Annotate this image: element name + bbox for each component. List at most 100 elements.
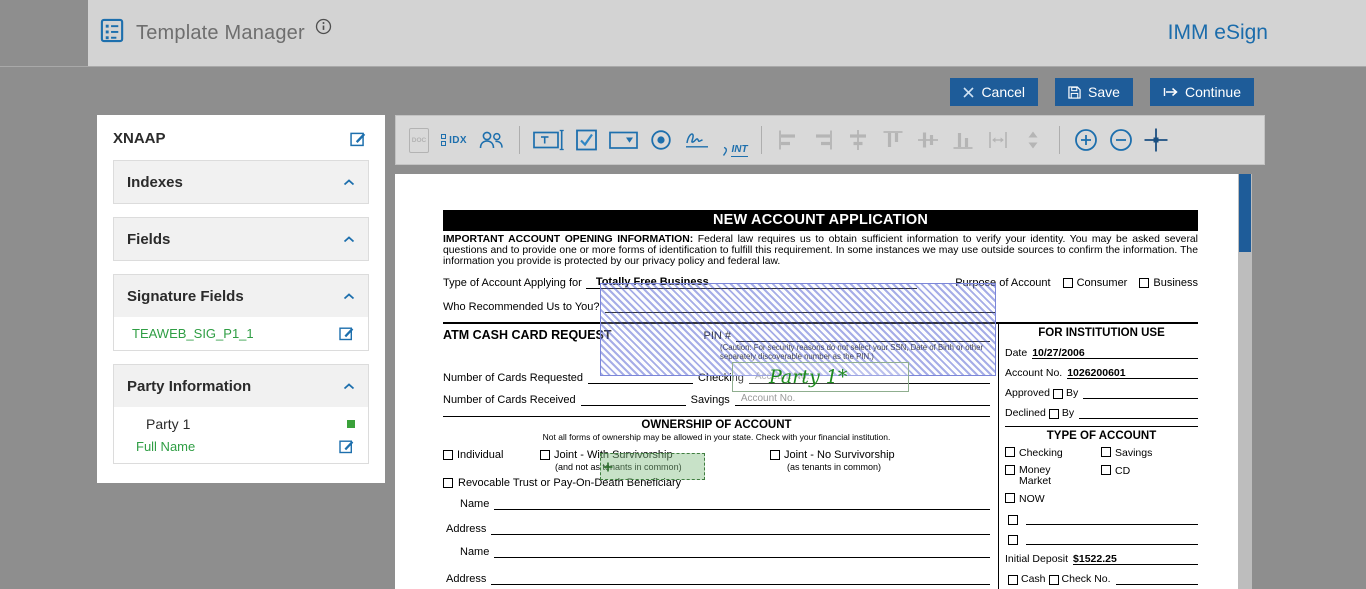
section-header-signature-fields[interactable]: Signature Fields bbox=[114, 275, 368, 317]
save-icon bbox=[1068, 85, 1081, 99]
blank-account-type-row bbox=[1005, 532, 1198, 545]
cancel-button[interactable]: Cancel bbox=[950, 78, 1039, 106]
address-row: Address bbox=[443, 572, 990, 585]
consumer-checkbox: Consumer bbox=[1062, 277, 1127, 289]
address-row: Address bbox=[443, 522, 990, 535]
reorder-icon[interactable] bbox=[1020, 123, 1046, 157]
document-viewer: NEW ACCOUNT APPLICATION IMPORTANT ACCOUN… bbox=[395, 174, 1265, 589]
blank-line bbox=[1079, 407, 1198, 419]
document-icon[interactable]: DOC bbox=[406, 123, 432, 157]
chevron-up-icon bbox=[343, 287, 355, 305]
edit-party-field-button[interactable] bbox=[339, 438, 355, 454]
edit-signature-field-button[interactable] bbox=[339, 325, 355, 341]
form-title: NEW ACCOUNT APPLICATION bbox=[443, 210, 1198, 231]
form-checkbox bbox=[1005, 464, 1015, 475]
cash-check-row: Cash Check No. bbox=[1005, 572, 1198, 585]
form-checkbox bbox=[1139, 277, 1150, 288]
template-manager-icon bbox=[99, 17, 126, 49]
form-checkbox bbox=[1005, 446, 1015, 457]
info-icon[interactable] bbox=[315, 18, 332, 35]
type-of-account-section: TYPE OF ACCOUNT Checking Savings Money M… bbox=[1005, 425, 1198, 585]
form-checkbox bbox=[1008, 514, 1018, 525]
fields-label: Fields bbox=[127, 230, 171, 248]
edit-template-name-button[interactable] bbox=[350, 130, 367, 147]
section-header-fields[interactable]: Fields bbox=[114, 218, 368, 260]
form-preview: NEW ACCOUNT APPLICATION IMPORTANT ACCOUN… bbox=[443, 210, 1198, 589]
form-intro: IMPORTANT ACCOUNT OPENING INFORMATION: F… bbox=[443, 234, 1198, 267]
align-top-icon[interactable] bbox=[880, 123, 906, 157]
align-center-icon[interactable] bbox=[845, 123, 871, 157]
center-document-icon[interactable] bbox=[1143, 123, 1169, 157]
business-checkbox: Business bbox=[1139, 277, 1198, 289]
document-page[interactable]: NEW ACCOUNT APPLICATION IMPORTANT ACCOUN… bbox=[395, 174, 1238, 589]
checkbox-field-icon[interactable] bbox=[574, 123, 600, 157]
continue-label: Continue bbox=[1184, 84, 1241, 100]
align-left-icon[interactable] bbox=[775, 123, 801, 157]
action-bar: Cancel Save Continue bbox=[950, 78, 1254, 106]
blank-line bbox=[491, 523, 990, 535]
chevron-up-icon bbox=[343, 377, 355, 395]
cards-received-row: Number of Cards Received Savings Account … bbox=[443, 392, 990, 406]
institution-column: FOR INSTITUTION USE Date 10/27/2006 Acco… bbox=[998, 323, 1198, 589]
toolbar-separator bbox=[761, 126, 762, 154]
cancel-label: Cancel bbox=[981, 84, 1026, 100]
form-checkbox bbox=[540, 449, 550, 460]
cd-checkbox: CD bbox=[1101, 464, 1198, 487]
cancel-icon bbox=[963, 86, 975, 98]
form-checkbox bbox=[1008, 574, 1018, 585]
account-type-checkboxes: Checking Savings Money Market CD NOW bbox=[1005, 446, 1198, 505]
initial-deposit-row: Initial Deposit $1522.25 bbox=[1005, 552, 1198, 565]
form-checkbox bbox=[1062, 277, 1073, 288]
section-signature-fields: Signature Fields TEAWEB_SIG_P1_1 bbox=[113, 274, 369, 351]
signature-field-icon[interactable] bbox=[683, 123, 713, 157]
toolbar-separator bbox=[1059, 126, 1060, 154]
sidebar-header: XNAAP bbox=[97, 115, 385, 160]
form-checkbox bbox=[1101, 464, 1111, 475]
declined-row: Declined By bbox=[1005, 406, 1198, 419]
individual-checkbox: Individual bbox=[443, 449, 503, 461]
blank-line bbox=[494, 546, 990, 558]
section-header-party-information[interactable]: Party Information bbox=[114, 365, 368, 407]
indexes-label: Indexes bbox=[127, 173, 183, 191]
zoom-in-icon[interactable] bbox=[1073, 123, 1099, 157]
blank-line bbox=[1026, 533, 1198, 545]
savings-checkbox: Savings bbox=[1101, 446, 1198, 459]
parties-icon[interactable] bbox=[476, 123, 506, 157]
ownership-sub-labels: (and not as tenants in common) (as tenan… bbox=[555, 461, 882, 472]
party-fullname-value-overlay[interactable]: Party 1* bbox=[732, 362, 909, 392]
blank-line bbox=[1083, 387, 1198, 399]
party-item[interactable]: Party 1 bbox=[114, 407, 368, 434]
signature-field-name: TEAWEB_SIG_P1_1 bbox=[132, 325, 254, 341]
ownership-section: OWNERSHIP OF ACCOUNT Not all forms of ow… bbox=[443, 415, 990, 589]
joint-no-survivorship-checkbox: Joint - No Survivorship bbox=[770, 449, 895, 461]
template-name: XNAAP bbox=[113, 130, 166, 147]
top-header: Template Manager IMM eSign bbox=[0, 0, 1366, 67]
align-right-icon[interactable] bbox=[810, 123, 836, 157]
left-rail bbox=[0, 0, 88, 66]
fullname-field-overlay[interactable] bbox=[600, 453, 705, 480]
form-checkbox bbox=[443, 449, 453, 460]
template-sidebar: XNAAP Indexes Fields Signature Fields TE… bbox=[97, 115, 385, 483]
party-field-item[interactable]: Full Name bbox=[114, 434, 368, 463]
party-status-indicator bbox=[347, 420, 355, 428]
dropdown-field-icon[interactable] bbox=[609, 123, 639, 157]
align-middle-icon[interactable] bbox=[915, 123, 941, 157]
match-size-icon[interactable] bbox=[985, 123, 1011, 157]
section-header-indexes[interactable]: Indexes bbox=[114, 161, 368, 203]
scrollbar-thumb[interactable] bbox=[1239, 174, 1251, 252]
align-bottom-icon[interactable] bbox=[950, 123, 976, 157]
zoom-out-icon[interactable] bbox=[1108, 123, 1134, 157]
signature-field-item[interactable]: TEAWEB_SIG_P1_1 bbox=[114, 317, 368, 350]
save-button[interactable]: Save bbox=[1055, 78, 1133, 106]
section-indexes: Indexes bbox=[113, 160, 369, 204]
continue-button[interactable]: Continue bbox=[1149, 78, 1254, 106]
form-checkbox bbox=[770, 449, 780, 460]
index-fields-icon[interactable]: IDX bbox=[441, 123, 467, 157]
signature-fields-label: Signature Fields bbox=[127, 287, 244, 305]
initials-field-icon[interactable]: INT bbox=[722, 123, 748, 157]
vertical-scrollbar[interactable] bbox=[1238, 174, 1252, 589]
institution-account-row: Account No. 1026200601 bbox=[1005, 366, 1198, 379]
form-checkbox bbox=[1048, 408, 1059, 419]
radio-field-icon[interactable] bbox=[648, 123, 674, 157]
text-field-icon[interactable] bbox=[533, 123, 565, 157]
